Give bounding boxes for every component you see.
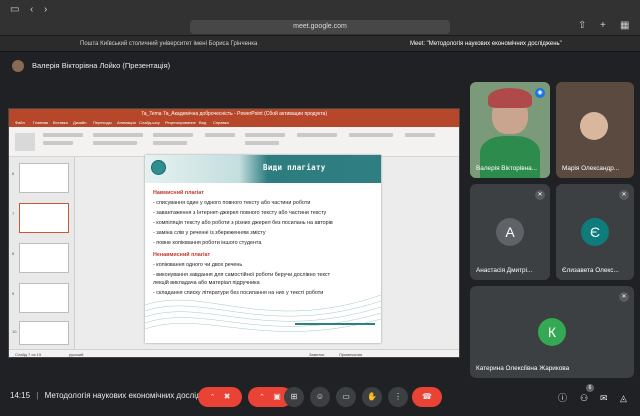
mic-off-icon: ✕ xyxy=(535,190,545,200)
mic-off-icon: ✕ xyxy=(619,292,629,302)
slide-bullet: - копіювання одного чи двох речень xyxy=(153,262,243,268)
presenter-avatar xyxy=(12,60,24,72)
sidebar-icon[interactable]: ▭ xyxy=(10,4,19,16)
ppt-ribbon xyxy=(9,127,459,157)
ppt-tab: Файл xyxy=(15,120,25,125)
status-language: русский xyxy=(69,352,84,357)
captions-button[interactable]: ▭ xyxy=(336,387,356,407)
time-text: 14:15 xyxy=(10,391,31,400)
tab-mail[interactable]: Пошта Київський столичний університет ім… xyxy=(80,38,310,50)
chat-icon[interactable]: ✉ xyxy=(600,392,608,404)
speaking-icon: ◉ xyxy=(535,88,545,98)
ppt-tab: Вставка xyxy=(53,120,68,125)
participant-photo xyxy=(580,112,608,140)
slide-thumb[interactable] xyxy=(19,243,69,273)
ppt-tab: Слайд-шоу xyxy=(139,120,160,125)
participant-avatar: А xyxy=(496,218,524,246)
participant-name: Валерія Вікторівна... xyxy=(476,165,538,172)
ppt-tab: Вид xyxy=(199,120,207,125)
participant-tile[interactable]: ✕ К Катерина Олексіївна Жарикова xyxy=(470,286,634,378)
slide-thumb[interactable] xyxy=(19,163,69,193)
camera-off-icon: ▣ xyxy=(273,392,281,401)
browser-toolbar: ▭ ‹ › meet.google.com ⇧ + ▦ xyxy=(0,0,640,36)
participant-name: Марія Олександр... xyxy=(562,165,620,172)
present-icon: ⊞ xyxy=(290,392,298,401)
ppt-statusbar: Слайд 7 из 19 русский Заметки Примечания xyxy=(9,349,459,357)
participant-tile-presenter[interactable]: ◉ Валерія Вікторівна... xyxy=(470,82,550,178)
section-title: Навмисний плагіат xyxy=(153,190,204,196)
emoji-button[interactable]: ☺ xyxy=(310,387,330,407)
more-options-button[interactable]: ⋮ xyxy=(388,387,408,407)
more-icon: ⋮ xyxy=(394,392,402,401)
url-text: meet.google.com xyxy=(293,23,347,30)
presenter-label: Валерія Вікторівна Лойко (Презентація) xyxy=(32,61,171,70)
screen: ▭ ‹ › meet.google.com ⇧ + ▦ Пошта Київсь… xyxy=(0,0,640,416)
raise-hand-button[interactable]: ✋ xyxy=(362,387,382,407)
participant-name: Єлизавета Олекс... xyxy=(562,267,619,274)
activities-icon[interactable]: ◬ xyxy=(620,392,627,404)
end-call-button[interactable]: ☎ xyxy=(412,387,442,407)
participant-count-badge: 6 xyxy=(586,384,594,392)
chevron-up-icon[interactable]: ⌃ xyxy=(210,394,216,401)
ppt-titlebar: 7a_Tema 7a_Академічна доброчесність - Po… xyxy=(9,109,459,119)
slide-thumb-selected[interactable] xyxy=(19,203,69,233)
participant-avatar: К xyxy=(538,318,566,346)
emoji-icon: ☺ xyxy=(315,392,325,401)
university-logo xyxy=(151,160,166,175)
captions-icon: ▭ xyxy=(342,392,350,401)
ppt-ribbon-tabs: Файл Главная Вставка Дизайн Переходы Ани… xyxy=(9,119,459,127)
tab-overview-icon[interactable]: ▦ xyxy=(620,20,629,32)
slide-thumbnails: 6 7 8 9 10 xyxy=(9,157,75,349)
ppt-title: 7a_Tema 7a_Академічна доброчесність - Po… xyxy=(141,111,327,117)
presenter-hair xyxy=(488,88,532,108)
slide-bullet: - компіляція тексту або роботи з різних … xyxy=(153,220,333,226)
mic-toggle-button[interactable]: ⌃ ✖ xyxy=(198,387,242,407)
chevron-up-icon[interactable]: ⌃ xyxy=(259,394,265,401)
new-tab-icon[interactable]: + xyxy=(600,20,606,32)
back-icon[interactable]: ‹ xyxy=(30,4,33,16)
section-title: Ненавмисний плагіат xyxy=(153,252,211,258)
slide-thumb[interactable] xyxy=(19,283,69,313)
status-comments[interactable]: Примечания xyxy=(339,350,362,357)
people-icon[interactable]: ⚇ xyxy=(580,392,588,404)
slide-bullet: - повне копіювання роботи іншого студент… xyxy=(153,240,262,246)
participant-tile[interactable]: ✕ А Анастасія Дмитрі... xyxy=(470,184,550,280)
slide-bullet: - завантаження з Інтернет-джерел повного… xyxy=(153,210,327,216)
separator: | xyxy=(36,391,39,400)
ppt-tab: Переходы xyxy=(93,120,112,125)
decorative-waves xyxy=(145,294,381,332)
ppt-tab: Справка xyxy=(213,120,229,125)
raise-hand-icon: ✋ xyxy=(367,392,377,401)
participant-name: Катерина Олексіївна Жарикова xyxy=(476,365,570,372)
status-notes[interactable]: Заметки xyxy=(309,350,324,357)
ppt-tab: Дизайн xyxy=(73,120,87,125)
slide: Види плагіату Навмисний плагіат - списув… xyxy=(145,155,381,343)
participant-avatar: Є xyxy=(581,218,609,246)
slide-bullet: - заміна слів у реченні із збереженням з… xyxy=(153,230,266,236)
participant-tile[interactable]: ✕ Є Єлизавета Олекс... xyxy=(556,184,634,280)
meeting-title: Методологія наукових економічних дослід.… xyxy=(44,391,208,400)
mic-off-icon: ✕ xyxy=(619,190,629,200)
ppt-tab: Главная xyxy=(33,120,49,125)
forward-icon[interactable]: › xyxy=(44,4,47,16)
ppt-tab: Рецензирование xyxy=(165,120,196,125)
address-bar[interactable]: meet.google.com xyxy=(190,20,450,34)
info-icon[interactable]: ⓘ xyxy=(558,392,567,404)
ppt-tab: Анимация xyxy=(117,120,136,125)
share-icon[interactable]: ⇧ xyxy=(578,20,586,32)
participant-tile[interactable]: Марія Олександр... xyxy=(556,82,634,178)
slide-thumb[interactable] xyxy=(19,321,69,345)
end-call-icon: ☎ xyxy=(422,392,432,401)
slide-counter: Слайд 7 из 19 xyxy=(15,352,42,357)
clock: 14:15 | Методологія наукових економічних… xyxy=(10,391,207,400)
tab-meet[interactable]: Meet: "Методологія наукових економічних … xyxy=(410,38,620,50)
slide-heading: Види плагіату xyxy=(263,163,326,172)
mic-off-icon: ✖ xyxy=(223,392,231,401)
present-button[interactable]: ⊞ xyxy=(284,387,304,407)
participant-name: Анастасія Дмитрі... xyxy=(476,267,533,274)
slide-bullet: - списування один у одного повного текст… xyxy=(153,200,311,206)
